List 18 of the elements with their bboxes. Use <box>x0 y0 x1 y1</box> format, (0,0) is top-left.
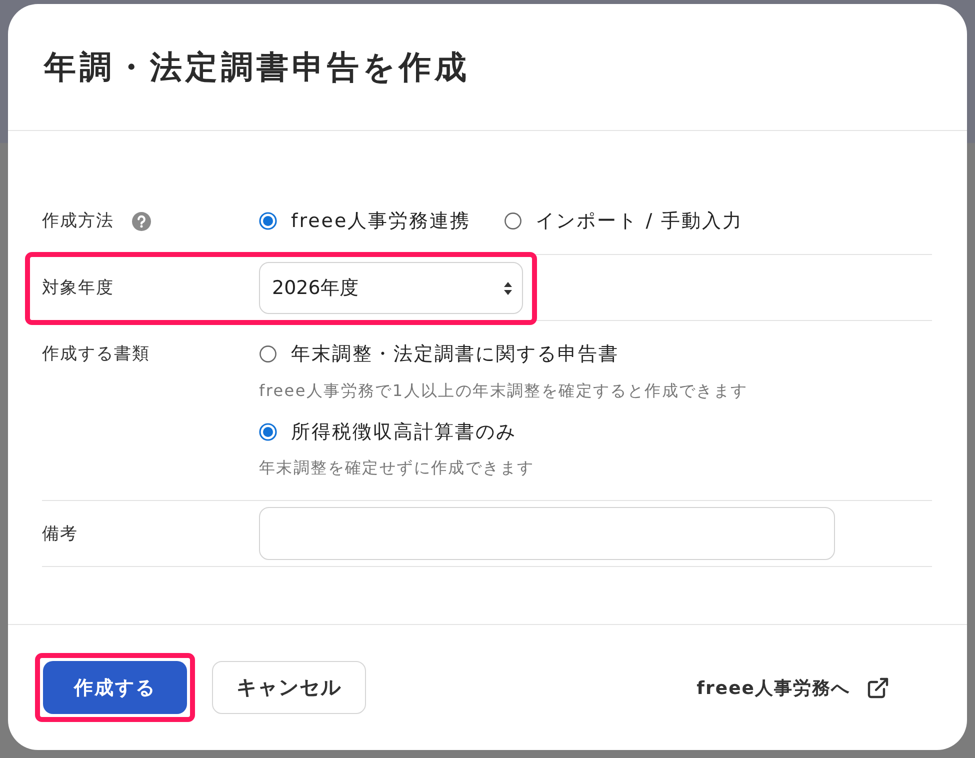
field-label: 作成方法 <box>42 210 114 233</box>
field-label: 対象年度 <box>42 277 114 300</box>
submit-button[interactable]: 作成する <box>43 661 187 714</box>
hint-text: freee人事労務で1人以上の年末調整を確定すると作成できます <box>259 381 748 401</box>
sort-arrows-icon <box>504 282 512 294</box>
select-field[interactable]: 2026年度 <box>259 262 523 314</box>
field-label: 備考 <box>42 522 78 546</box>
radio-option[interactable]: インポート / 手動入力 <box>504 209 744 233</box>
radio-option[interactable]: 所得税徴収高計算書のみ <box>259 420 516 444</box>
dialog-title: 年調・法定調書申告を作成 <box>44 48 470 86</box>
input-field[interactable] <box>259 507 835 560</box>
help-icon[interactable] <box>132 212 151 230</box>
field-label: 作成する書類 <box>42 343 150 366</box>
hint-text: 年末調整を確定せずに作成できます <box>259 458 534 478</box>
radio-option[interactable]: 年末調整・法定調書に関する申告書 <box>259 342 619 366</box>
external-link[interactable]: freee人事労務へ <box>696 676 890 700</box>
cancel-button[interactable]: キャンセル <box>212 661 366 714</box>
radio-option[interactable]: freee人事労務連携 <box>259 209 471 233</box>
